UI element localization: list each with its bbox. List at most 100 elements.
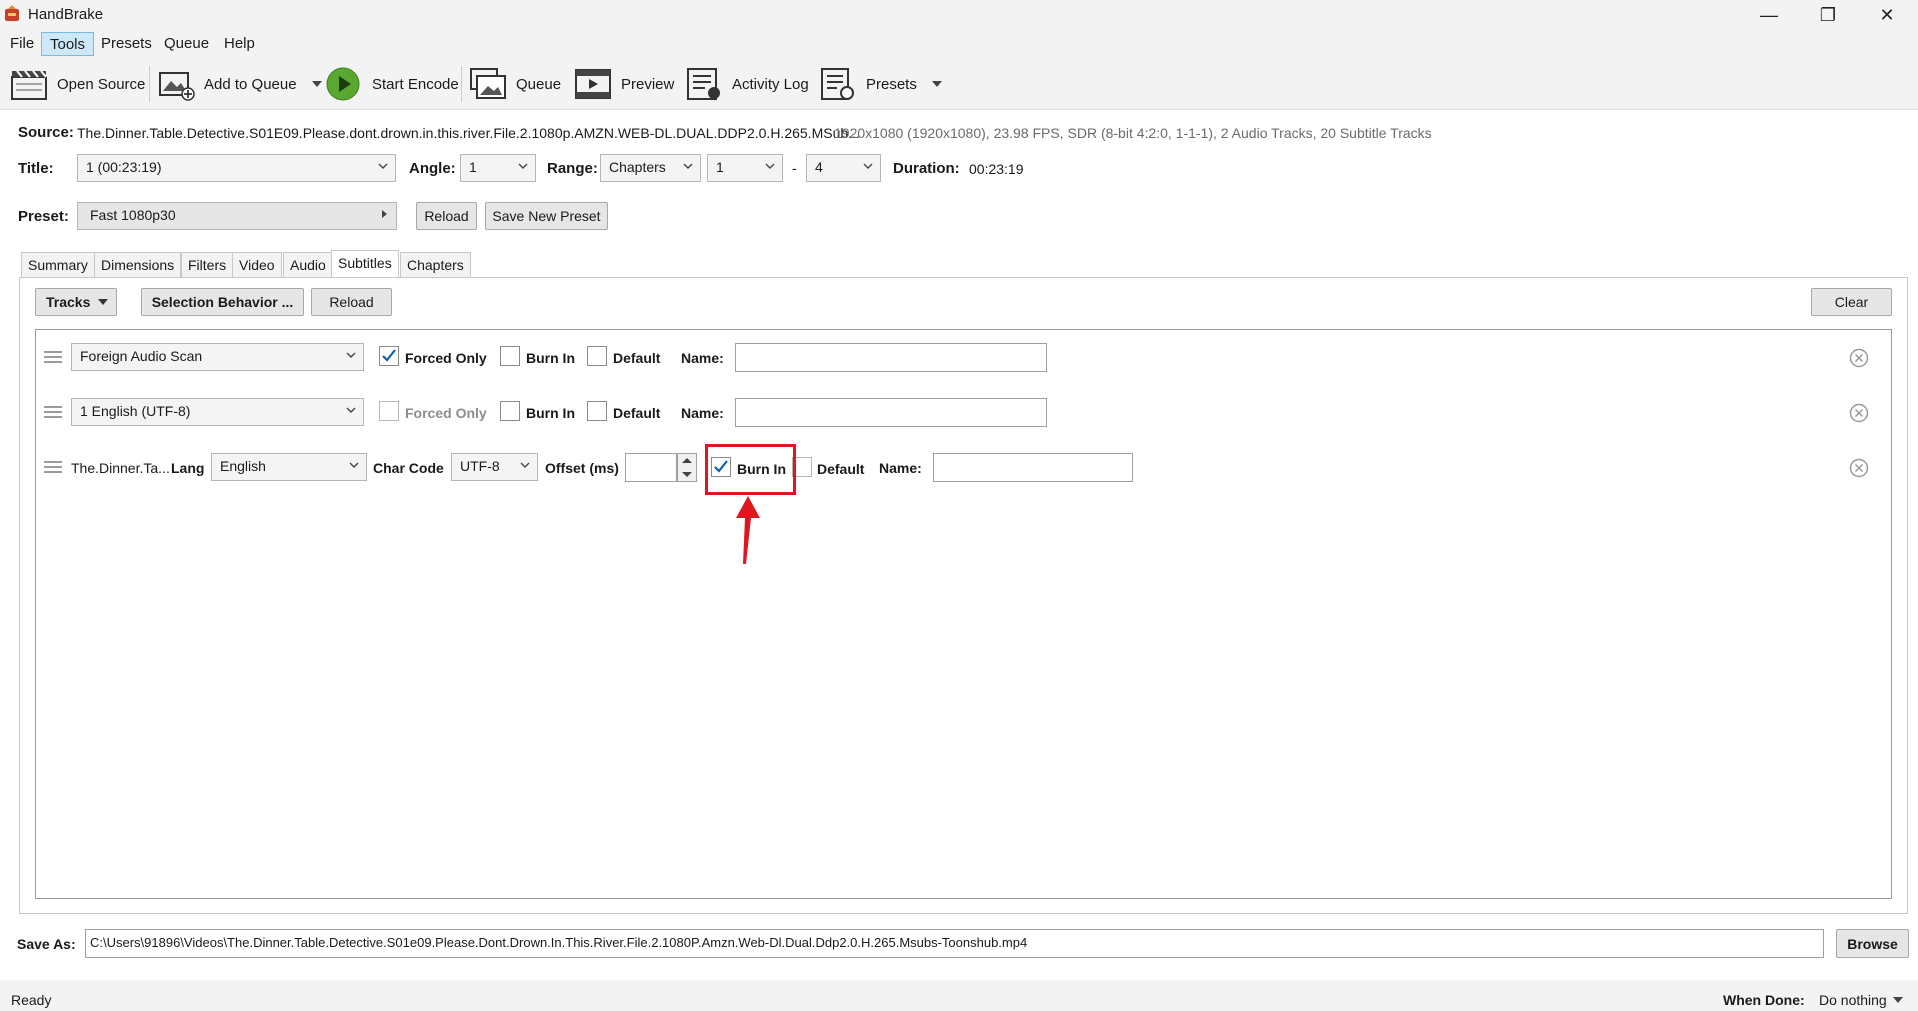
when-done-select[interactable]: Do nothing — [1819, 990, 1903, 1010]
subtitle-track-select[interactable]: Foreign Audio Scan — [71, 343, 364, 371]
forced-only-label: Forced Only — [405, 350, 487, 366]
angle-label: Angle: — [409, 160, 456, 177]
offset-input[interactable] — [625, 453, 677, 482]
title-bar: HandBrake — ❐ ✕ — [0, 0, 1918, 30]
burn-in-label: Burn In — [526, 405, 575, 421]
tab-audio[interactable]: Audio — [283, 252, 333, 277]
chevron-down-icon — [349, 462, 359, 468]
track-select-value: Foreign Audio Scan — [80, 348, 203, 364]
drag-handle-icon[interactable] — [44, 406, 62, 420]
browse-button[interactable]: Browse — [1836, 929, 1909, 958]
burn-in-checkbox[interactable] — [500, 401, 520, 421]
subtitles-reload-button[interactable]: Reload — [311, 288, 392, 316]
range-type-value: Chapters — [609, 159, 666, 175]
burn-in-checkbox[interactable] — [500, 346, 520, 366]
menu-file[interactable]: File — [2, 32, 42, 56]
tab-chapters[interactable]: Chapters — [400, 252, 471, 277]
track-select-value: 1 English (UTF-8) — [80, 403, 191, 419]
minimize-button[interactable]: — — [1741, 0, 1797, 30]
default-checkbox[interactable] — [587, 346, 607, 366]
chevron-down-icon — [683, 163, 693, 169]
duration-value: 00:23:19 — [969, 161, 1024, 177]
forced-only-checkbox[interactable] — [379, 346, 399, 366]
play-icon — [326, 67, 360, 101]
lang-label: Lang — [171, 460, 205, 476]
menu-presets[interactable]: Presets — [93, 32, 160, 56]
add-queue-icon — [159, 72, 195, 101]
film-preview-icon — [575, 69, 611, 99]
preview-button[interactable]: Preview — [574, 64, 674, 104]
presets-icon — [821, 68, 854, 100]
subtitle-file-name: The.Dinner.Ta... — [71, 460, 170, 476]
preset-reload-button[interactable]: Reload — [416, 202, 477, 230]
track-name-input[interactable] — [735, 343, 1047, 372]
toolbar: Open Source Add to Queue Start Encode Qu… — [0, 58, 1918, 110]
default-label: Default — [613, 405, 661, 421]
menu-tools[interactable]: Tools — [41, 32, 95, 56]
open-source-button[interactable]: Open Source — [10, 64, 145, 104]
close-button[interactable]: ✕ — [1859, 0, 1915, 30]
range-start-select[interactable]: 1 — [707, 154, 783, 182]
source-label: Source: — [18, 124, 74, 141]
tab-summary[interactable]: Summary — [21, 252, 95, 277]
tracks-dropdown-button[interactable]: Tracks — [35, 288, 117, 316]
track-name-input[interactable] — [933, 453, 1133, 482]
default-label: Default — [817, 461, 865, 477]
tracks-label: Tracks — [46, 294, 91, 310]
angle-select[interactable]: 1 — [460, 154, 536, 182]
drag-handle-icon[interactable] — [44, 351, 62, 365]
angle-select-value: 1 — [469, 159, 477, 175]
maximize-button[interactable]: ❐ — [1800, 0, 1856, 30]
remove-track-icon[interactable] — [1849, 348, 1869, 368]
save-as-label: Save As: — [17, 936, 76, 952]
chevron-down-icon — [518, 163, 528, 169]
status-bar: Ready When Done: Do nothing — [0, 980, 1918, 1011]
source-name: The.Dinner.Table.Detective.S01E09.Please… — [77, 125, 860, 141]
subtitle-track-select[interactable]: 1 English (UTF-8) — [71, 398, 364, 426]
save-new-preset-button[interactable]: Save New Preset — [485, 202, 608, 230]
remove-track-icon[interactable] — [1849, 458, 1869, 478]
toolbar-divider — [461, 66, 462, 102]
tab-dimensions[interactable]: Dimensions — [94, 252, 182, 277]
menu-queue[interactable]: Queue — [156, 32, 217, 56]
chevron-down-icon — [346, 407, 356, 413]
preset-value: Fast 1080p30 — [90, 207, 176, 223]
chevron-down-icon — [98, 299, 109, 305]
checkmark-icon — [382, 349, 396, 362]
range-start-value: 1 — [716, 159, 724, 175]
presets-button[interactable]: Presets — [819, 64, 943, 104]
title-select[interactable]: 1 (00:23:19) — [77, 154, 396, 182]
activity-log-label: Activity Log — [732, 75, 809, 93]
chevron-down-icon[interactable] — [931, 80, 943, 88]
preset-selector[interactable]: Fast 1080p30 — [77, 202, 397, 230]
default-checkbox[interactable] — [587, 401, 607, 421]
activity-log-button[interactable]: Activity Log — [685, 64, 809, 104]
chevron-down-icon — [346, 352, 356, 358]
when-done-value: Do nothing — [1819, 992, 1887, 1008]
name-label: Name: — [681, 350, 724, 366]
tab-video[interactable]: Video — [232, 252, 282, 277]
drag-handle-icon[interactable] — [44, 461, 62, 475]
forced-only-checkbox[interactable] — [379, 401, 399, 421]
tab-filters[interactable]: Filters — [181, 252, 234, 277]
menu-help[interactable]: Help — [216, 32, 263, 56]
range-end-select[interactable]: 4 — [806, 154, 881, 182]
spinner-up-icon[interactable] — [678, 454, 696, 467]
language-select[interactable]: English — [211, 453, 367, 481]
clear-button[interactable]: Clear — [1811, 288, 1892, 316]
offset-spinner[interactable] — [677, 453, 697, 482]
title-select-value: 1 (00:23:19) — [86, 159, 162, 175]
start-encode-button[interactable]: Start Encode — [325, 64, 459, 104]
selection-behavior-button[interactable]: Selection Behavior ... — [141, 288, 304, 316]
queue-icon — [470, 68, 506, 99]
save-as-path-input[interactable]: C:\Users\91896\Videos\The.Dinner.Table.D… — [85, 929, 1824, 958]
range-type-select[interactable]: Chapters — [600, 154, 701, 182]
track-name-input[interactable] — [735, 398, 1047, 427]
chevron-down-icon[interactable] — [311, 80, 323, 88]
remove-track-icon[interactable] — [1849, 403, 1869, 423]
add-to-queue-button[interactable]: Add to Queue — [157, 64, 323, 104]
tab-subtitles[interactable]: Subtitles — [331, 250, 399, 277]
spinner-down-icon[interactable] — [678, 468, 696, 481]
char-code-select[interactable]: UTF-8 — [451, 453, 538, 481]
queue-button[interactable]: Queue — [469, 64, 561, 104]
